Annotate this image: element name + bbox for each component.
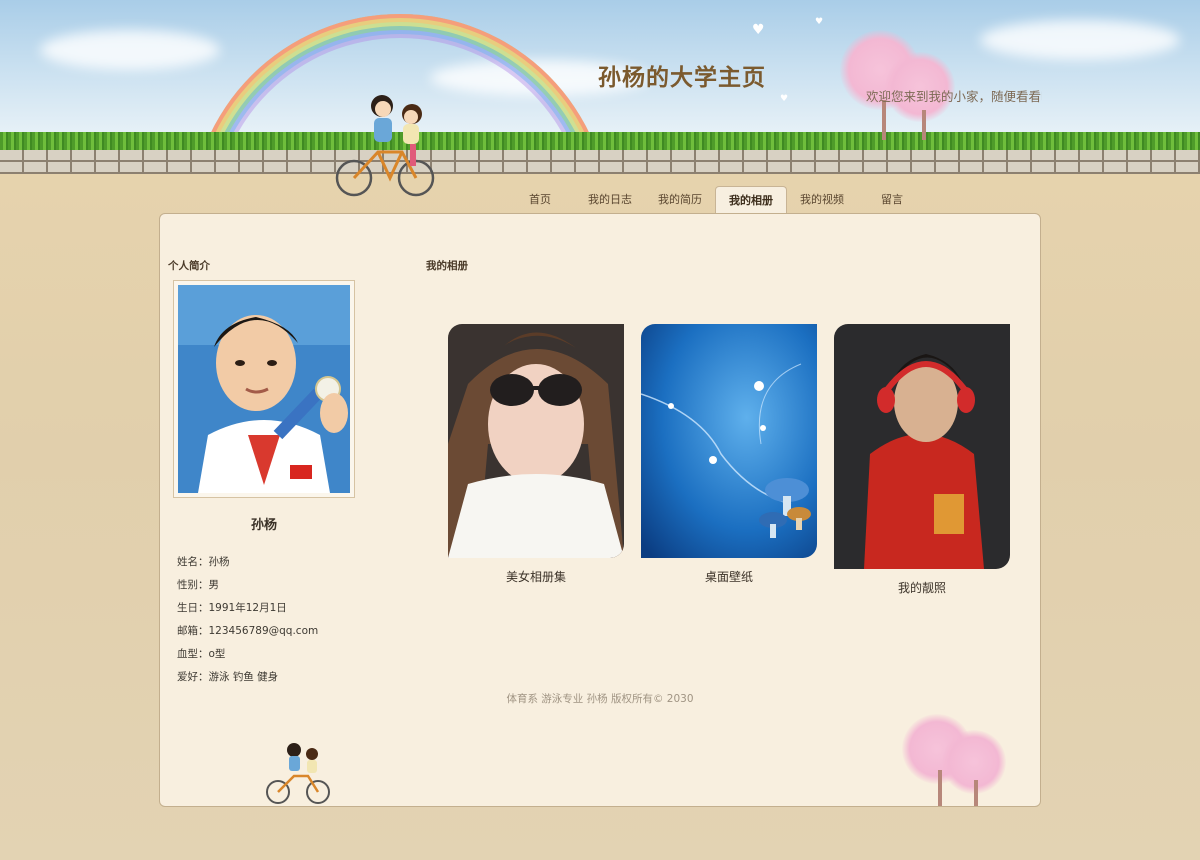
info-hobbies: 爱好：游泳 钓鱼 健身 bbox=[177, 671, 279, 683]
info-blood-type: 血型：o型 bbox=[177, 648, 226, 660]
nav-item-video[interactable]: 我的视频 bbox=[787, 186, 857, 212]
profile-photo-frame bbox=[173, 280, 355, 498]
album-card-beauty[interactable]: 美女相册集 bbox=[448, 324, 624, 585]
nav-item-diary[interactable]: 我的日志 bbox=[575, 186, 645, 212]
album-caption-beauty[interactable]: 美女相册集 bbox=[448, 568, 624, 585]
nav-item-home[interactable]: 首页 bbox=[505, 186, 575, 212]
profile-name: 孙杨 bbox=[250, 518, 277, 533]
profile-photo bbox=[178, 285, 350, 493]
album-cover-wallpaper[interactable] bbox=[640, 324, 817, 558]
welcome-marquee: 欢迎您来到我的小家，随便看看吧 bbox=[866, 89, 1042, 104]
site-title: 孙杨的大学主页 bbox=[598, 65, 766, 91]
main-nav: 首页 我的日志 我的简历 我的相册 我的视频 留言 bbox=[505, 186, 927, 214]
album-card-wallpaper[interactable]: 桌面壁纸 bbox=[640, 324, 817, 585]
album-cover-beauty[interactable] bbox=[448, 324, 624, 558]
bike-couple-decoration bbox=[335, 95, 435, 197]
info-birthday: 生日：1991年12月1日 bbox=[177, 602, 287, 614]
heart-icon: ♥ bbox=[780, 94, 789, 104]
album-card-photos[interactable]: 我的靓照 bbox=[834, 324, 1010, 596]
info-email: 邮箱：123456789@qq.com bbox=[177, 625, 319, 637]
profile-info-list: 姓名：孙杨 性别：男 生日：1991年12月1日 邮箱：123456789@qq… bbox=[177, 553, 318, 691]
footer-copyright: 体育系 游泳专业 孙杨 版权所有© 2030 bbox=[506, 693, 694, 705]
cloud bbox=[40, 30, 220, 70]
bike-couple-small-decoration bbox=[266, 743, 330, 804]
cloud bbox=[980, 20, 1180, 60]
nav-item-resume[interactable]: 我的简历 bbox=[645, 186, 715, 212]
content-panel: 个人简介 孙杨 姓名：孙杨 性别：男 生日：1991年12月1日 邮箱：1234… bbox=[159, 213, 1041, 807]
album-caption-wallpaper[interactable]: 桌面壁纸 bbox=[641, 568, 817, 585]
cherry-tree-small-decoration bbox=[902, 714, 1012, 806]
heart-icon: ♥ bbox=[815, 17, 824, 27]
info-gender: 性别：男 bbox=[177, 579, 219, 591]
album-caption-photos[interactable]: 我的靓照 bbox=[834, 579, 1010, 596]
sidebar-heading: 个人简介 bbox=[168, 260, 210, 272]
nav-item-album[interactable]: 我的相册 bbox=[715, 186, 787, 214]
album-cover-photos[interactable] bbox=[834, 324, 1010, 569]
album-heading: 我的相册 bbox=[426, 260, 468, 272]
brick-wall bbox=[0, 150, 1200, 174]
nav-item-guestbook[interactable]: 留言 bbox=[857, 186, 927, 212]
heart-icon: ♥ bbox=[752, 22, 765, 38]
info-name: 姓名：孙杨 bbox=[177, 556, 230, 568]
cherry-tree-decoration bbox=[840, 30, 960, 140]
